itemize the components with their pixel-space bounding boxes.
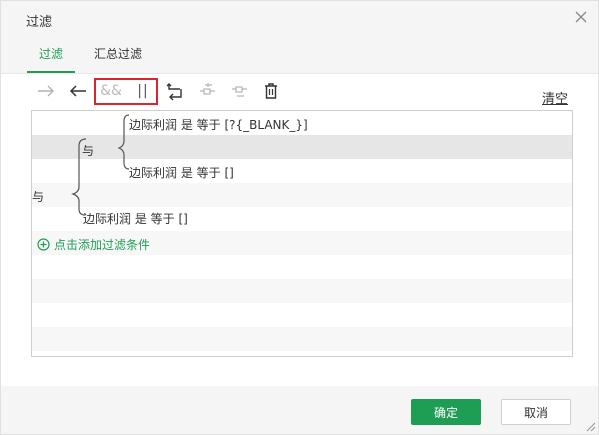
move-down-icon[interactable] <box>228 80 250 102</box>
tree-row-selected[interactable] <box>32 135 572 159</box>
inner-operator[interactable]: 与 <box>82 142 94 159</box>
resize-handle-icon[interactable] <box>584 420 596 432</box>
tree-row <box>32 279 572 303</box>
cancel-button[interactable]: 取消 <box>501 399 571 425</box>
dialog-header: 过滤 <box>1 1 598 38</box>
condition-item[interactable]: 边际利润 是 等于 [] <box>129 164 234 181</box>
filter-panel: && || 清空 与 与 边际利润 是 等于 [?{_BLANK_}] 边际利润… <box>1 73 598 386</box>
and-icon[interactable]: && <box>100 80 122 102</box>
filter-dialog: 过滤 过滤 汇总过滤 && || 清空 与 与 边际利润 是 等于 [?{_BL… <box>0 0 599 435</box>
add-condition-button[interactable]: 点击添加过滤条件 <box>37 236 150 252</box>
tree-row <box>32 255 572 279</box>
dialog-title: 过滤 <box>26 15 53 30</box>
or-icon[interactable]: || <box>132 80 154 102</box>
tab-filter-label: 过滤 <box>39 47 64 61</box>
tree-row <box>32 183 572 207</box>
outer-operator[interactable]: 与 <box>32 188 44 205</box>
condition-item[interactable]: 边际利润 是 等于 [?{_BLANK_}] <box>129 116 308 133</box>
tree-row <box>32 159 572 183</box>
ok-button[interactable]: 确定 <box>411 399 481 425</box>
add-condition-label: 点击添加过滤条件 <box>54 237 151 252</box>
swap-icon[interactable] <box>164 80 186 102</box>
condition-item[interactable]: 边际利润 是 等于 [] <box>83 210 188 227</box>
tree-row <box>32 303 572 327</box>
arrow-left-icon[interactable] <box>67 80 89 102</box>
arrow-right-icon[interactable] <box>35 80 57 102</box>
tree-row <box>32 327 572 351</box>
tab-filter[interactable]: 过滤 <box>27 45 76 73</box>
tab-summary-filter[interactable]: 汇总过滤 <box>94 45 142 73</box>
plus-circle-icon <box>37 237 50 251</box>
dialog-footer: 确定 取消 <box>1 386 598 434</box>
tab-bar: 过滤 汇总过滤 <box>1 38 598 73</box>
condition-tree: 与 与 边际利润 是 等于 [?{_BLANK_}] 边际利润 是 等于 [] … <box>31 110 573 357</box>
move-up-icon[interactable] <box>196 80 218 102</box>
tab-summary-filter-label: 汇总过滤 <box>94 47 143 61</box>
delete-icon[interactable] <box>260 80 282 102</box>
clear-link[interactable]: 清空 <box>542 88 568 107</box>
close-icon[interactable] <box>574 10 588 24</box>
